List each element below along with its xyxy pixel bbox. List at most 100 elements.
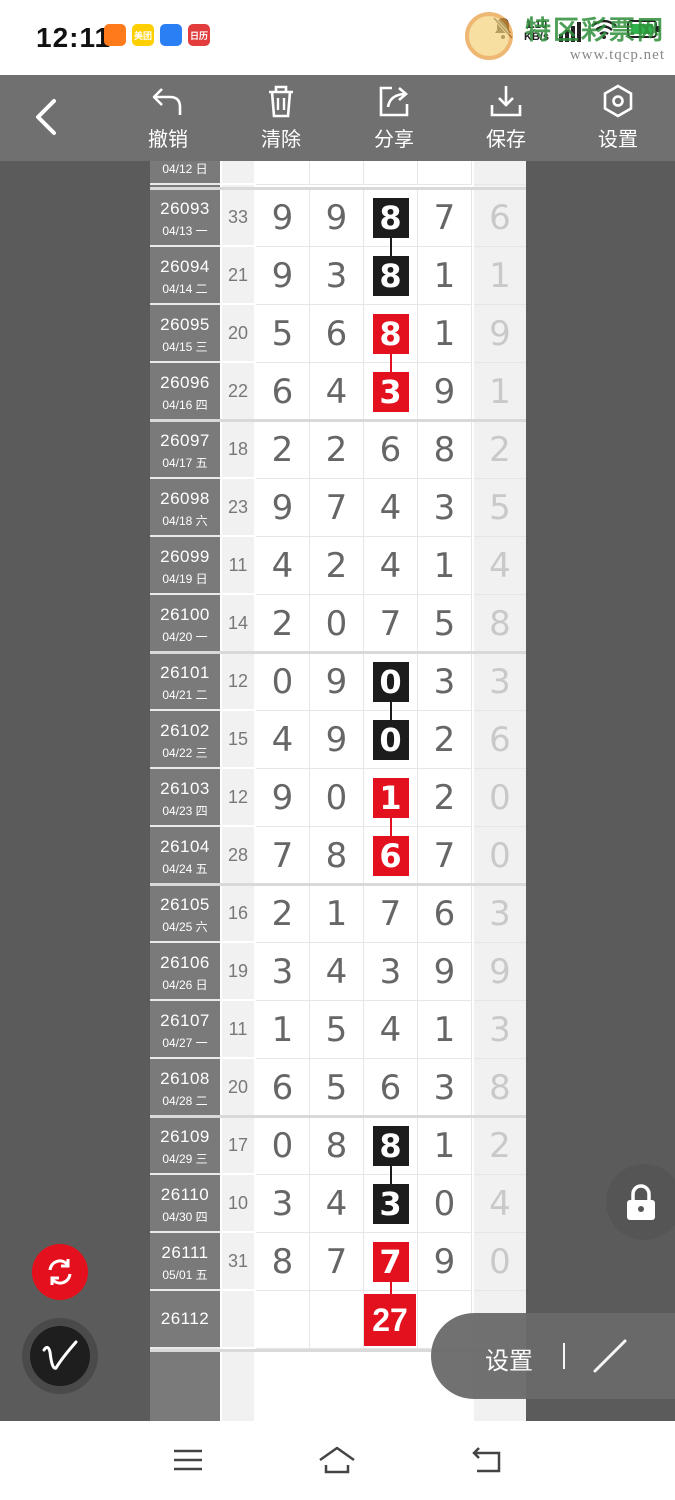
digit-cell[interactable]: 3 [256, 943, 310, 1001]
digit-cell[interactable]: 2 [256, 595, 310, 653]
undo-button[interactable]: 撤销 [128, 83, 208, 155]
floating-settings-label[interactable]: 设置 [485, 1341, 533, 1376]
digit-cell[interactable]: 6 [310, 305, 364, 363]
digit-cell[interactable]: 3 [418, 653, 472, 711]
digit-cell[interactable]: 4 [310, 1175, 364, 1233]
digit-cell[interactable]: 6 [364, 1059, 418, 1117]
trend-table[interactable]: 04/12 日 26093 04/13 一 33 9 9 8 7 6 26094 04/14 二2… [150, 161, 526, 1421]
digit-cell[interactable]: 3 [364, 943, 418, 1001]
digit-cell[interactable]: 1 [418, 247, 472, 305]
digit-cell[interactable]: 9 [310, 189, 364, 247]
table-row[interactable]: 26106 04/26 日 19 3 4 3 9 9 [150, 943, 526, 1001]
digit-cell[interactable]: 7 [418, 827, 472, 885]
pen-tool-button[interactable] [22, 1318, 98, 1394]
digit-cell[interactable] [256, 1291, 310, 1349]
digit-cell[interactable]: 5 [310, 1001, 364, 1059]
save-button[interactable]: 保存 [466, 83, 546, 155]
digit-cell[interactable]: 7 [310, 479, 364, 537]
settings-button[interactable]: 设置 [578, 83, 658, 155]
table-row[interactable]: 26096 04/16 四 22 6 4 3 9 1 [150, 363, 526, 421]
digit-cell[interactable]: 0 [310, 595, 364, 653]
digit-cell[interactable]: 1 [418, 537, 472, 595]
digit-cell[interactable]: 1 [418, 1001, 472, 1059]
digit-cell[interactable]: 0 [256, 1117, 310, 1175]
digit-cell[interactable]: 1 [418, 305, 472, 363]
digit-cell[interactable]: 4 [310, 943, 364, 1001]
digit-cell[interactable]: 4 [364, 479, 418, 537]
digit-cell[interactable]: 5 [310, 1059, 364, 1117]
digit-cell[interactable]: 2 [418, 769, 472, 827]
lock-button[interactable] [606, 1164, 675, 1240]
digit-cell[interactable]: 1 [256, 1001, 310, 1059]
digit-cell[interactable]: 8 [418, 421, 472, 479]
digit-cell[interactable]: 2 [256, 421, 310, 479]
table-row[interactable]: 26093 04/13 一 33 9 9 8 7 6 [150, 189, 526, 247]
table-row[interactable]: 26102 04/22 三 15 4 9 0 2 6 [150, 711, 526, 769]
digit-cell[interactable]: 4 [256, 537, 310, 595]
digit-cell[interactable]: 4 [364, 537, 418, 595]
table-row[interactable]: 26097 04/17 五 18 2 2 6 8 2 [150, 421, 526, 479]
clear-button[interactable]: 清除 [241, 83, 321, 155]
back-nav-button[interactable] [462, 1437, 512, 1483]
digit-cell[interactable] [310, 1291, 364, 1349]
digit-cell[interactable]: 4 [364, 1001, 418, 1059]
digit-cell[interactable]: 4 [310, 363, 364, 421]
digit-cell[interactable]: 9 [418, 1233, 472, 1291]
digit-cell[interactable]: 8 [310, 1117, 364, 1175]
line-tool-icon[interactable] [581, 1331, 641, 1381]
table-row[interactable]: 26105 04/25 六 16 2 1 7 6 3 [150, 885, 526, 943]
digit-cell[interactable]: 6 [256, 1059, 310, 1117]
back-button[interactable] [26, 95, 66, 139]
digit-cell[interactable]: 9 [256, 247, 310, 305]
refresh-button[interactable] [32, 1244, 88, 1300]
digit-cell[interactable]: 6 [364, 421, 418, 479]
menu-nav-button[interactable] [163, 1437, 213, 1483]
digit-cell[interactable]: 8 [310, 827, 364, 885]
digit-cell[interactable]: 6 [256, 363, 310, 421]
table-row[interactable]: 26109 04/29 三 17 0 8 8 1 2 [150, 1117, 526, 1175]
digit-cell[interactable]: 9 [310, 653, 364, 711]
table-row[interactable]: 26107 04/27 一 11 1 5 4 1 3 [150, 1001, 526, 1059]
digit-cell[interactable]: 1 [310, 885, 364, 943]
table-row[interactable]: 26103 04/23 四 12 9 0 1 2 0 [150, 769, 526, 827]
digit-cell[interactable]: 9 [256, 769, 310, 827]
digit-cell[interactable]: 7 [364, 885, 418, 943]
digit-cell[interactable]: 7 [418, 189, 472, 247]
table-row[interactable]: 26095 04/15 三 20 5 6 8 1 9 [150, 305, 526, 363]
table-row[interactable]: 26110 04/30 四 10 3 4 3 0 4 [150, 1175, 526, 1233]
digit-cell[interactable]: 3 [256, 1175, 310, 1233]
table-row[interactable]: 26099 04/19 日 11 4 2 4 1 4 [150, 537, 526, 595]
digit-cell[interactable]: 2 [310, 421, 364, 479]
digit-cell[interactable]: 5 [418, 595, 472, 653]
digit-cell[interactable]: 7 [256, 827, 310, 885]
digit-cell[interactable]: 3 [418, 1059, 472, 1117]
digit-cell[interactable]: 9 [256, 479, 310, 537]
share-button[interactable]: 分享 [354, 83, 434, 155]
table-row[interactable]: 26111 05/01 五 31 8 7 7 9 0 [150, 1233, 526, 1291]
table-row[interactable]: 26101 04/21 二 12 0 9 0 3 3 [150, 653, 526, 711]
table-row[interactable]: 26094 04/14 二 21 9 3 8 1 1 [150, 247, 526, 305]
floating-settings-panel[interactable]: 设置 [431, 1313, 675, 1399]
table-row[interactable]: 26108 04/28 二 20 6 5 6 3 8 [150, 1059, 526, 1117]
digit-cell[interactable]: 8 [256, 1233, 310, 1291]
digit-cell[interactable]: 2 [418, 711, 472, 769]
digit-cell[interactable]: 0 [256, 653, 310, 711]
digit-cell[interactable]: 6 [418, 885, 472, 943]
digit-cell[interactable]: 7 [364, 595, 418, 653]
digit-cell[interactable]: 0 [418, 1175, 472, 1233]
digit-cell[interactable]: 5 [256, 305, 310, 363]
digit-cell[interactable]: 7 [310, 1233, 364, 1291]
digit-cell[interactable]: 2 [310, 537, 364, 595]
digit-cell[interactable]: 4 [256, 711, 310, 769]
digit-cell[interactable]: 2 [256, 885, 310, 943]
prediction-mark[interactable]: 27 [364, 1294, 416, 1346]
digit-cell[interactable]: 9 [418, 363, 472, 421]
digit-cell[interactable]: 3 [310, 247, 364, 305]
home-nav-button[interactable] [312, 1437, 362, 1483]
digit-cell[interactable]: 9 [418, 943, 472, 1001]
table-row[interactable]: 26100 04/20 一 14 2 0 7 5 8 [150, 595, 526, 653]
digit-cell[interactable]: 1 [418, 1117, 472, 1175]
table-row[interactable]: 26098 04/18 六 23 9 7 4 3 5 [150, 479, 526, 537]
digit-cell[interactable]: 3 [418, 479, 472, 537]
digit-cell[interactable]: 9 [310, 711, 364, 769]
